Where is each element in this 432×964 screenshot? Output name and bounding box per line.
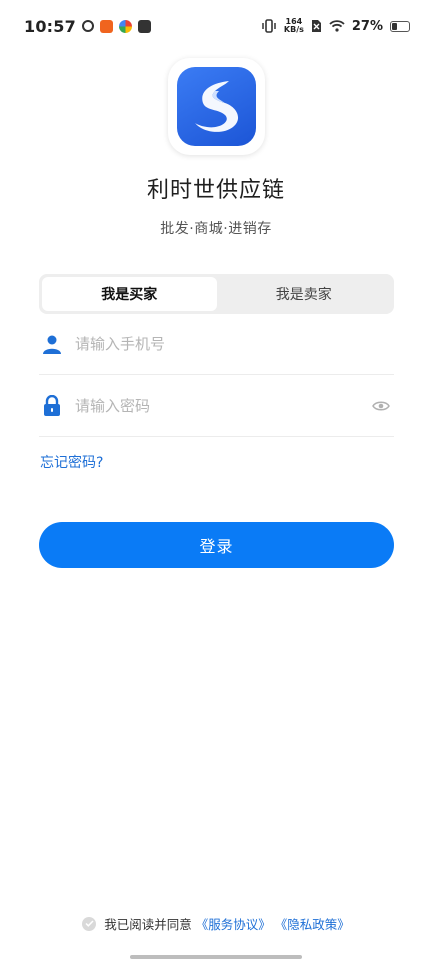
status-bar: 10:57 164 KB/s 27%: [0, 0, 432, 52]
network-speed-unit: KB/s: [283, 25, 304, 34]
tab-seller[interactable]: 我是卖家: [217, 277, 392, 311]
battery-icon: [390, 20, 410, 32]
status-time: 10:57: [24, 16, 76, 36]
privacy-policy-link[interactable]: 《隐私政策》: [275, 917, 350, 932]
status-bar-left: 10:57: [24, 17, 151, 36]
user-icon: [39, 334, 65, 354]
app-logo: [168, 58, 265, 155]
phone-input[interactable]: [75, 334, 394, 353]
home-indicator[interactable]: [130, 955, 302, 959]
app-logo-badge: [177, 67, 256, 146]
lock-icon: [39, 394, 65, 417]
app-name: 利时世供应链: [146, 178, 285, 203]
network-speed: 164 KB/s: [284, 18, 304, 34]
status-bar-right: 164 KB/s 27%: [261, 18, 410, 34]
password-field-row: [39, 375, 394, 437]
notification-app-icon: [81, 20, 94, 32]
sim-off-icon: [311, 20, 321, 32]
password-input[interactable]: [75, 396, 370, 415]
wifi-icon: [329, 20, 345, 32]
role-tabs: 我是买家 我是卖家: [39, 274, 394, 314]
service-agreement-link[interactable]: 《服务协议》: [196, 917, 271, 932]
notification-app-icon: [118, 19, 132, 33]
forgot-password-link[interactable]: 忘记密码?: [40, 452, 103, 472]
notification-app-icon: [99, 19, 113, 33]
battery-percent: 27%: [351, 18, 383, 34]
eye-icon[interactable]: [370, 400, 392, 412]
login-button[interactable]: 登录: [39, 522, 394, 568]
agreement-text: 我已阅读并同意: [104, 917, 192, 932]
phone-field-row: [39, 313, 394, 375]
logo-s-icon: [194, 80, 238, 132]
notification-app-icon: [137, 19, 151, 33]
app-slogan: 批发·商城·进销存: [160, 221, 272, 237]
vibrate-icon: [262, 19, 276, 33]
tab-buyer[interactable]: 我是买家: [42, 277, 217, 311]
agreement-row: 我已阅读并同意 《服务协议》 《隐私政策》: [0, 914, 432, 933]
check-circle-icon[interactable]: [82, 916, 97, 931]
